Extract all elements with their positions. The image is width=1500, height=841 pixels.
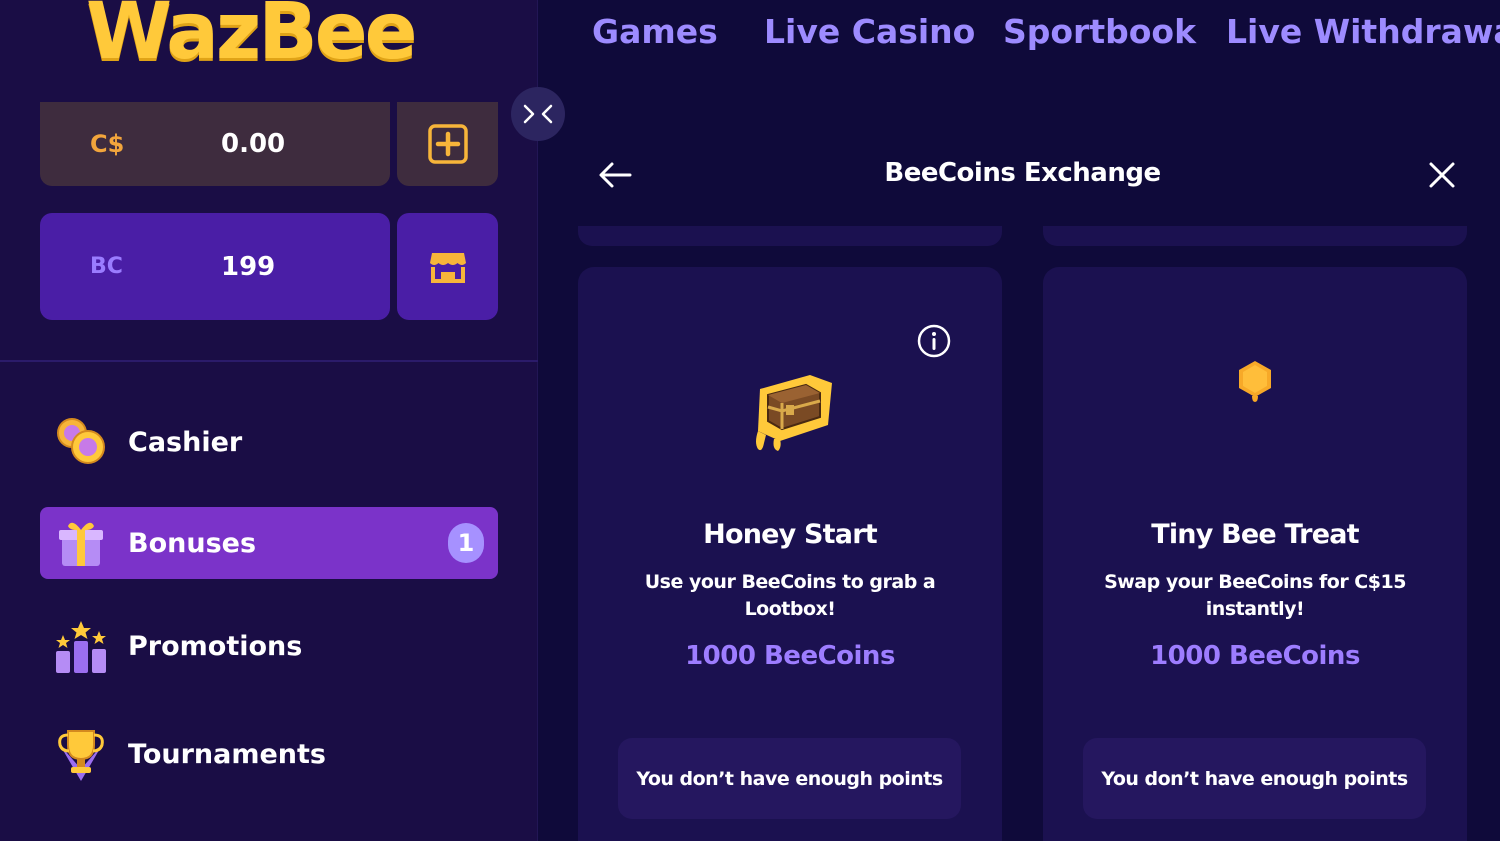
cash-balance-box: C$ 0.00 bbox=[40, 102, 390, 186]
sidebar: WazBee C$ 0.00 BC 199 Cashier Bonuses 1 … bbox=[0, 0, 538, 841]
previous-card-edge bbox=[1043, 226, 1467, 246]
sidebar-collapse-button[interactable] bbox=[511, 87, 565, 141]
nav-link-live-withdrawal[interactable]: Live Withdrawal bbox=[1226, 12, 1500, 51]
nav-link-games[interactable]: Games bbox=[592, 12, 718, 51]
card-description: Use your BeeCoins to grab a Lootbox! bbox=[644, 571, 936, 620]
top-navigation: Games Live Casino Sportbook Live Withdra… bbox=[540, 0, 1500, 70]
bonuses-count-badge: 1 bbox=[448, 523, 484, 563]
info-button[interactable] bbox=[916, 323, 952, 363]
collapse-arrows-icon bbox=[523, 104, 553, 124]
previous-card-edge bbox=[578, 226, 1002, 246]
card-price: 1000 BeeCoins bbox=[1150, 641, 1360, 671]
beecoins-balance-box: BC 199 bbox=[40, 213, 390, 320]
sidebar-item-promotions[interactable]: Promotions bbox=[40, 610, 498, 682]
sidebar-item-cashier[interactable]: Cashier bbox=[40, 406, 498, 478]
deposit-button[interactable] bbox=[397, 102, 498, 186]
redeem-button[interactable]: You don’t have enough points bbox=[618, 738, 961, 819]
redeem-button[interactable]: You don’t have enough points bbox=[1083, 738, 1426, 819]
sidebar-item-label: Promotions bbox=[128, 630, 303, 662]
brand-logo[interactable]: WazBee bbox=[86, 0, 456, 82]
info-icon bbox=[917, 324, 951, 358]
card-title: Tiny Bee Treat bbox=[1151, 519, 1359, 550]
close-button[interactable] bbox=[1427, 160, 1457, 194]
plus-square-icon bbox=[427, 124, 468, 164]
logo-text: WazBee bbox=[86, 0, 418, 77]
exchange-card-honey-start: Honey Start Use your BeeCoins to grab a … bbox=[578, 267, 1002, 841]
sidebar-divider bbox=[0, 360, 538, 362]
card-description: Swap your BeeCoins for C$15 instantly! bbox=[1104, 571, 1406, 620]
beecoins-balance-row: BC 199 bbox=[40, 213, 498, 320]
nav-link-live-casino[interactable]: Live Casino bbox=[764, 12, 975, 51]
cash-balance-value: 0.00 bbox=[221, 129, 286, 159]
trophy-icon bbox=[58, 730, 104, 781]
shop-icon bbox=[429, 252, 466, 283]
sidebar-item-bonuses[interactable]: Bonuses 1 bbox=[40, 507, 498, 579]
cash-currency-label: C$ bbox=[90, 130, 125, 158]
exchange-card-tiny-bee-treat: Tiny Bee Treat Swap your BeeCoins for C$… bbox=[1043, 267, 1467, 841]
nav-link-sportbook[interactable]: Sportbook bbox=[1003, 12, 1196, 51]
honeycomb-icon bbox=[1239, 361, 1271, 402]
gift-icon bbox=[59, 522, 103, 566]
sidebar-item-label: Cashier bbox=[128, 426, 243, 458]
card-price: 1000 BeeCoins bbox=[685, 641, 895, 671]
panel-header: BeeCoins Exchange bbox=[540, 140, 1500, 210]
sidebar-item-label: Tournaments bbox=[128, 738, 327, 770]
beecoins-currency-label: BC bbox=[90, 254, 123, 279]
treasure-chest-icon bbox=[756, 375, 832, 451]
beecoins-balance-value: 199 bbox=[221, 251, 276, 282]
panel-title: BeeCoins Exchange bbox=[884, 158, 1161, 188]
podium-stars-icon bbox=[56, 621, 106, 673]
beecoins-shop-button[interactable] bbox=[397, 213, 498, 320]
coins-icon bbox=[57, 418, 105, 464]
sidebar-item-tournaments[interactable]: Tournaments bbox=[40, 718, 498, 790]
card-title: Honey Start bbox=[703, 519, 877, 550]
sidebar-item-label: Bonuses bbox=[128, 527, 257, 559]
cash-balance-row: C$ 0.00 bbox=[40, 102, 498, 186]
close-icon bbox=[1429, 162, 1455, 188]
